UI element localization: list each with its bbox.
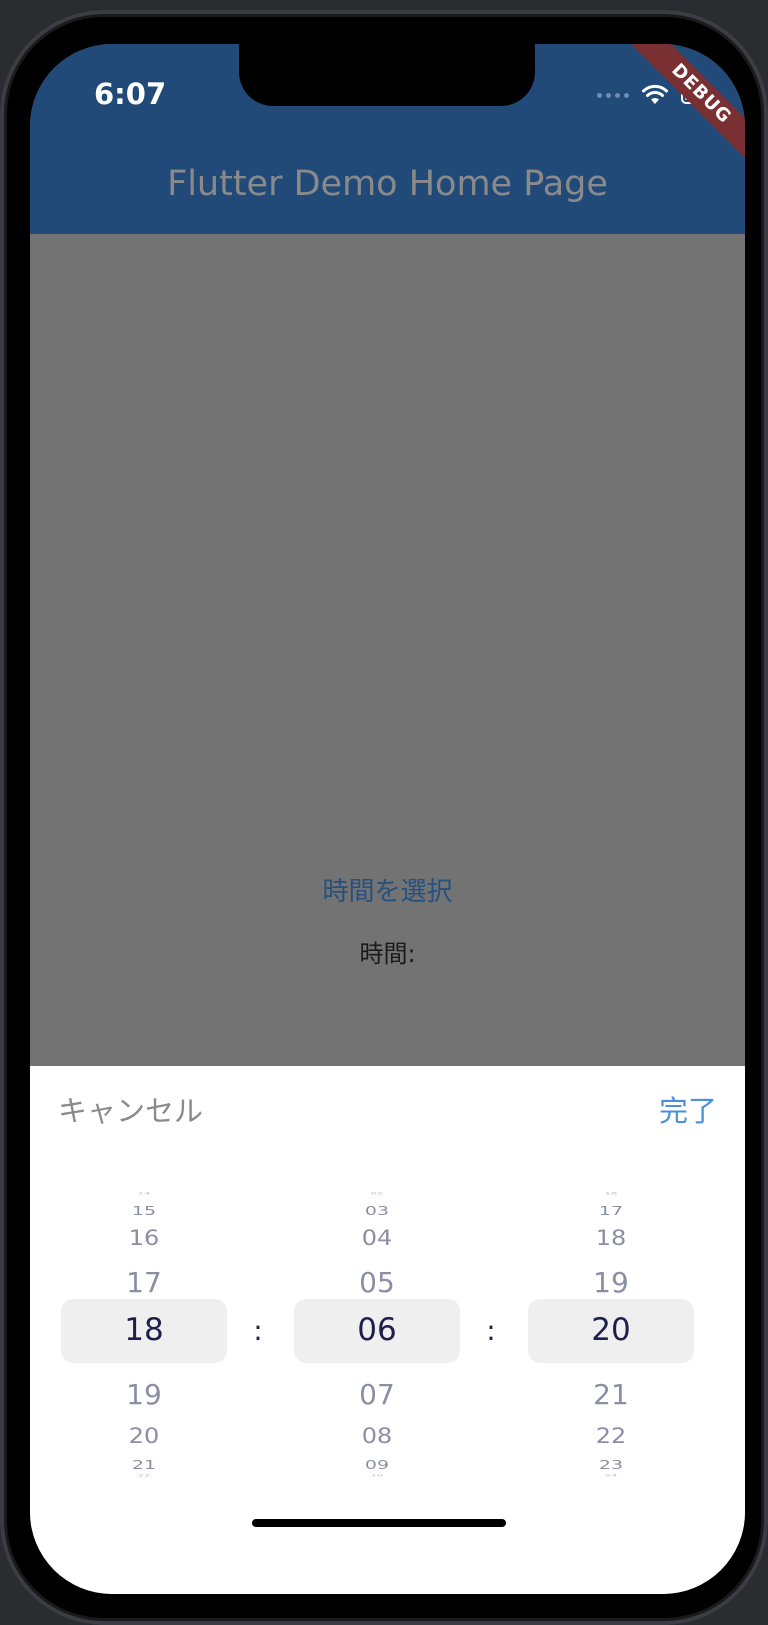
wheel-option[interactable]: 17 (61, 1266, 227, 1299)
wheel-option[interactable]: 16 (61, 1226, 227, 1251)
wheel-option[interactable]: 07 (294, 1378, 460, 1411)
notch (239, 44, 535, 106)
wheel-separator: : (253, 1314, 263, 1347)
wheel-option[interactable]: 14 (61, 1192, 227, 1196)
wheel-option[interactable]: 22 (528, 1424, 694, 1449)
wheel-option[interactable]: 21 (528, 1378, 694, 1411)
wheel-selected-value[interactable]: 06 (294, 1312, 460, 1348)
home-indicator (252, 1519, 506, 1527)
wheel-option[interactable]: 19 (61, 1378, 227, 1411)
time-label: 時間: (359, 940, 416, 968)
hour-wheel[interactable]: 14 15 16 17 18 19 20 21 22 (61, 1186, 227, 1482)
wheel-option[interactable]: 09 (294, 1458, 460, 1472)
done-button[interactable]: 完了 (659, 1088, 717, 1130)
wheel-option[interactable]: 15 (61, 1204, 227, 1218)
device-frame: 6:07 Flutter Demo Home Page DEBUG 時間を選択 … (0, 10, 768, 1625)
wheel-option[interactable]: 22 (61, 1474, 227, 1478)
debug-banner-label: DEBUG (620, 44, 745, 174)
wheel-option[interactable]: 19 (528, 1266, 694, 1299)
wheel-option[interactable]: 03 (294, 1204, 460, 1218)
status-time: 6:07 (94, 77, 167, 111)
wheel-option[interactable]: 20 (61, 1424, 227, 1449)
wheel-option[interactable]: 08 (294, 1424, 460, 1449)
minute-wheel[interactable]: 02 03 04 05 06 07 08 09 10 (294, 1186, 460, 1482)
debug-banner: DEBUG (615, 44, 745, 174)
phone-screen: 6:07 Flutter Demo Home Page DEBUG 時間を選択 … (30, 44, 745, 1594)
wheel-option[interactable]: 16 (528, 1192, 694, 1196)
wheel-option[interactable]: 05 (294, 1266, 460, 1299)
wheel-option[interactable]: 04 (294, 1226, 460, 1251)
page-body: 時間を選択 時間: (30, 234, 745, 1066)
wheel-selected-value[interactable]: 18 (61, 1312, 227, 1348)
wheel-option[interactable]: 18 (528, 1226, 694, 1251)
wheel-option[interactable]: 23 (528, 1458, 694, 1472)
wheel-option[interactable]: 02 (294, 1192, 460, 1196)
second-wheel[interactable]: 16 17 18 19 20 21 22 23 24 (528, 1186, 694, 1482)
wheel-option[interactable]: 17 (528, 1204, 694, 1218)
wheel-selected-value[interactable]: 20 (528, 1312, 694, 1348)
cancel-button[interactable]: キャンセル (58, 1088, 203, 1130)
wheel-option[interactable]: 24 (528, 1474, 694, 1478)
wheel-option[interactable]: 21 (61, 1458, 227, 1472)
select-time-button[interactable]: 時間を選択 (30, 871, 745, 908)
wheel-separator: : (486, 1314, 496, 1347)
wheel-option[interactable]: 10 (294, 1474, 460, 1478)
time-picker-sheet: キャンセル 完了 14 15 16 17 18 19 20 21 22 : 02 03 04 05 06… (30, 1066, 745, 1594)
